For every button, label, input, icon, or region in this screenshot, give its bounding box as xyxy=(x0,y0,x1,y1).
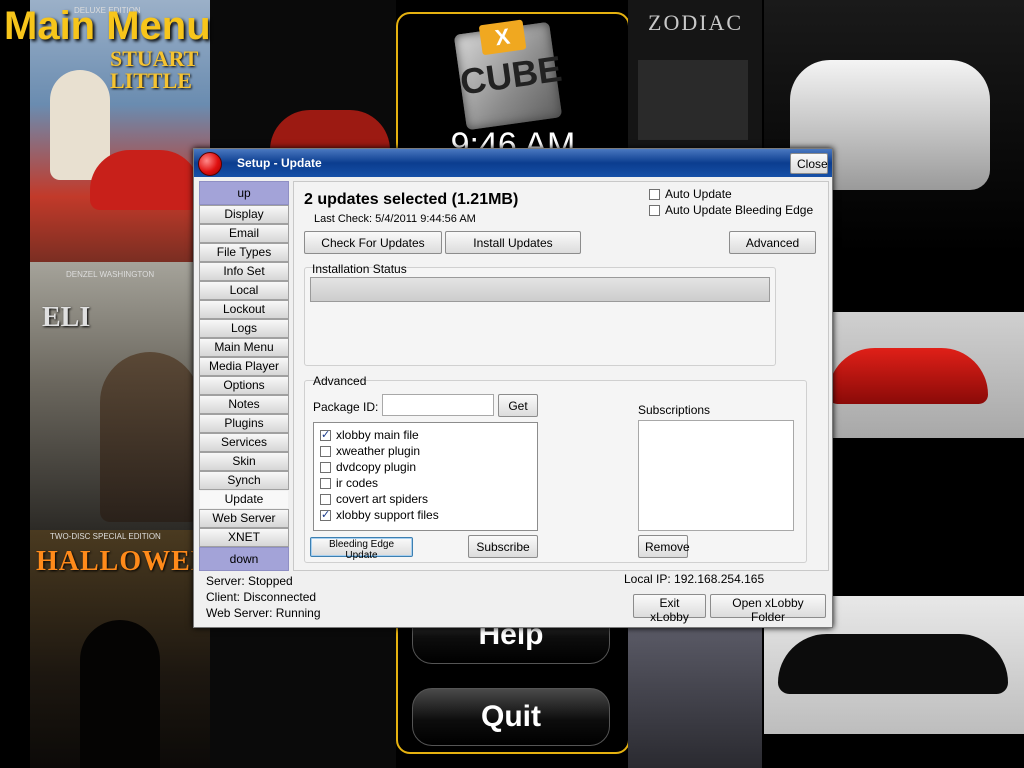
installation-status-label: Installation Status xyxy=(312,262,407,276)
plugin-label: xlobby support files xyxy=(336,508,439,522)
checkbox-box[interactable] xyxy=(649,204,660,216)
exit-xlobby-button[interactable]: Exit xLobby xyxy=(633,594,706,624)
bleeding-edge-update-button[interactable]: Bleeding Edge Update xyxy=(310,537,413,561)
close-button[interactable]: Close xyxy=(790,153,828,174)
poster-thumb[interactable] xyxy=(628,628,762,768)
poster-halloween[interactable]: TWO-DISC SPECIAL EDITION HALLOWEEN xyxy=(30,530,210,768)
auto-update-bleeding-checkbox[interactable]: Auto Update Bleeding Edge xyxy=(649,203,813,217)
poster-title: ELI xyxy=(42,302,91,333)
figure-silhouette xyxy=(80,620,160,768)
sidebar-item-logs[interactable]: Logs xyxy=(199,319,289,338)
client-status: Client: Disconnected xyxy=(206,590,317,604)
plugin-list-item[interactable]: dvdcopy plugin xyxy=(320,459,416,475)
server-status: Server: Stopped xyxy=(206,574,293,588)
plugin-list-item[interactable]: xlobby main file xyxy=(320,427,419,443)
package-id-label: Package ID: xyxy=(313,400,379,414)
auto-update-label: Auto Update xyxy=(665,187,732,201)
auto-update-checkbox[interactable]: Auto Update xyxy=(649,187,732,201)
sidebar-item-info-set[interactable]: Info Set xyxy=(199,262,289,281)
poster-top-text: TWO-DISC SPECIAL EDITION xyxy=(50,532,161,541)
check-for-updates-button[interactable]: Check For Updates xyxy=(304,231,442,254)
main-menu-title: Main Menu xyxy=(4,4,211,48)
sidebar-item-update[interactable]: Update xyxy=(199,490,289,509)
plugin-label: xweather plugin xyxy=(336,444,421,458)
plugin-list-item[interactable]: xweather plugin xyxy=(320,443,420,459)
dialog-titlebar[interactable]: Setup - Update Close xyxy=(194,149,832,177)
black-car xyxy=(778,634,1008,694)
red-car-figure xyxy=(90,150,200,210)
sidebar-item-services[interactable]: Services xyxy=(199,433,289,452)
sidebar-item-display[interactable]: Display xyxy=(199,205,289,224)
get-button[interactable]: Get xyxy=(498,394,538,417)
sidebar-item-email[interactable]: Email xyxy=(199,224,289,243)
poster-column-left: DELUXE EDITION STUART LITTLE DENZEL WASH… xyxy=(30,0,210,768)
poster-thumb[interactable] xyxy=(638,60,748,140)
subscriptions-list[interactable] xyxy=(638,420,794,531)
app-orb-icon xyxy=(198,152,222,176)
checkbox-box[interactable] xyxy=(320,445,331,457)
dialog-title: Setup - Update xyxy=(237,156,322,170)
advanced-button[interactable]: Advanced xyxy=(729,231,816,254)
sidebar-up-button[interactable]: up xyxy=(199,181,289,205)
plugin-list-item[interactable]: ir codes xyxy=(320,475,378,491)
sidebar-item-plugins[interactable]: Plugins xyxy=(199,414,289,433)
cube-badge: X xyxy=(478,19,527,56)
open-xlobby-folder-button[interactable]: Open xLobby Folder xyxy=(710,594,826,624)
checkbox-box[interactable] xyxy=(320,461,331,473)
sidebar-item-main-menu[interactable]: Main Menu xyxy=(199,338,289,357)
plugin-label: dvdcopy plugin xyxy=(336,460,417,474)
local-ip: Local IP: 192.168.254.165 xyxy=(624,572,765,586)
actor-figure xyxy=(100,352,200,522)
package-id-input[interactable] xyxy=(382,394,494,416)
sidebar-item-notes[interactable]: Notes xyxy=(199,395,289,414)
setup-dialog: Setup - Update Close up Display Email Fi… xyxy=(193,148,833,628)
sidebar-down-button[interactable]: down xyxy=(199,547,289,571)
subscriptions-label: Subscriptions xyxy=(638,403,711,417)
checkbox-box[interactable] xyxy=(320,493,331,505)
updates-summary: 2 updates selected (1.21MB) xyxy=(304,191,519,208)
cube-text: CUBE xyxy=(457,47,565,103)
sidebar-item-skin[interactable]: Skin xyxy=(199,452,289,471)
poster-book-of-eli[interactable]: DENZEL WASHINGTON ELI xyxy=(30,262,210,530)
sidebar-item-web-server[interactable]: Web Server xyxy=(199,509,289,528)
checkbox-box[interactable] xyxy=(320,508,331,521)
install-updates-button[interactable]: Install Updates xyxy=(445,231,581,254)
plugin-list-item[interactable]: covert art spiders xyxy=(320,491,428,507)
checkbox-box[interactable] xyxy=(320,428,331,441)
poster-title: STUART LITTLE xyxy=(110,46,199,93)
sidebar-item-synch[interactable]: Synch xyxy=(199,471,289,490)
sidebar-item-local[interactable]: Local xyxy=(199,281,289,300)
plugin-label: covert art spiders xyxy=(336,492,429,506)
sidebar-item-options[interactable]: Options xyxy=(199,376,289,395)
remove-button[interactable]: Remove xyxy=(638,535,690,558)
setup-sidebar: up Display Email File Types Info Set Loc… xyxy=(199,181,289,571)
advanced-group-label: Advanced xyxy=(313,374,367,388)
sidebar-item-media-player[interactable]: Media Player xyxy=(199,357,289,376)
last-check: Last Check: 5/4/2011 9:44:56 AM xyxy=(314,213,476,225)
sidebar-item-lockout[interactable]: Lockout xyxy=(199,300,289,319)
quit-button[interactable]: Quit xyxy=(412,688,610,746)
web-server-status: Web Server: Running xyxy=(206,606,321,620)
red-car xyxy=(828,348,988,404)
sidebar-item-xnet[interactable]: XNET xyxy=(199,528,289,547)
plugin-list-item[interactable]: xlobby support files xyxy=(320,507,439,523)
subscribe-button[interactable]: Subscribe xyxy=(468,535,538,558)
checkbox-box[interactable] xyxy=(320,477,331,489)
update-panel: 2 updates selected (1.21MB) Last Check: … xyxy=(293,181,829,571)
checkbox-box[interactable] xyxy=(649,188,660,200)
plugin-label: ir codes xyxy=(336,476,379,490)
installation-progress-bar xyxy=(310,277,770,302)
auto-update-bleeding-label: Auto Update Bleeding Edge xyxy=(665,203,814,217)
poster-top-text: DENZEL WASHINGTON xyxy=(66,270,155,279)
poster-title: ZODIAC xyxy=(648,10,744,35)
sidebar-item-file-types[interactable]: File Types xyxy=(199,243,289,262)
plugin-label: xlobby main file xyxy=(336,428,419,442)
poster-title: HALLOWEEN xyxy=(36,546,210,577)
xlobby-cube-logo: X CUBE xyxy=(453,19,565,131)
